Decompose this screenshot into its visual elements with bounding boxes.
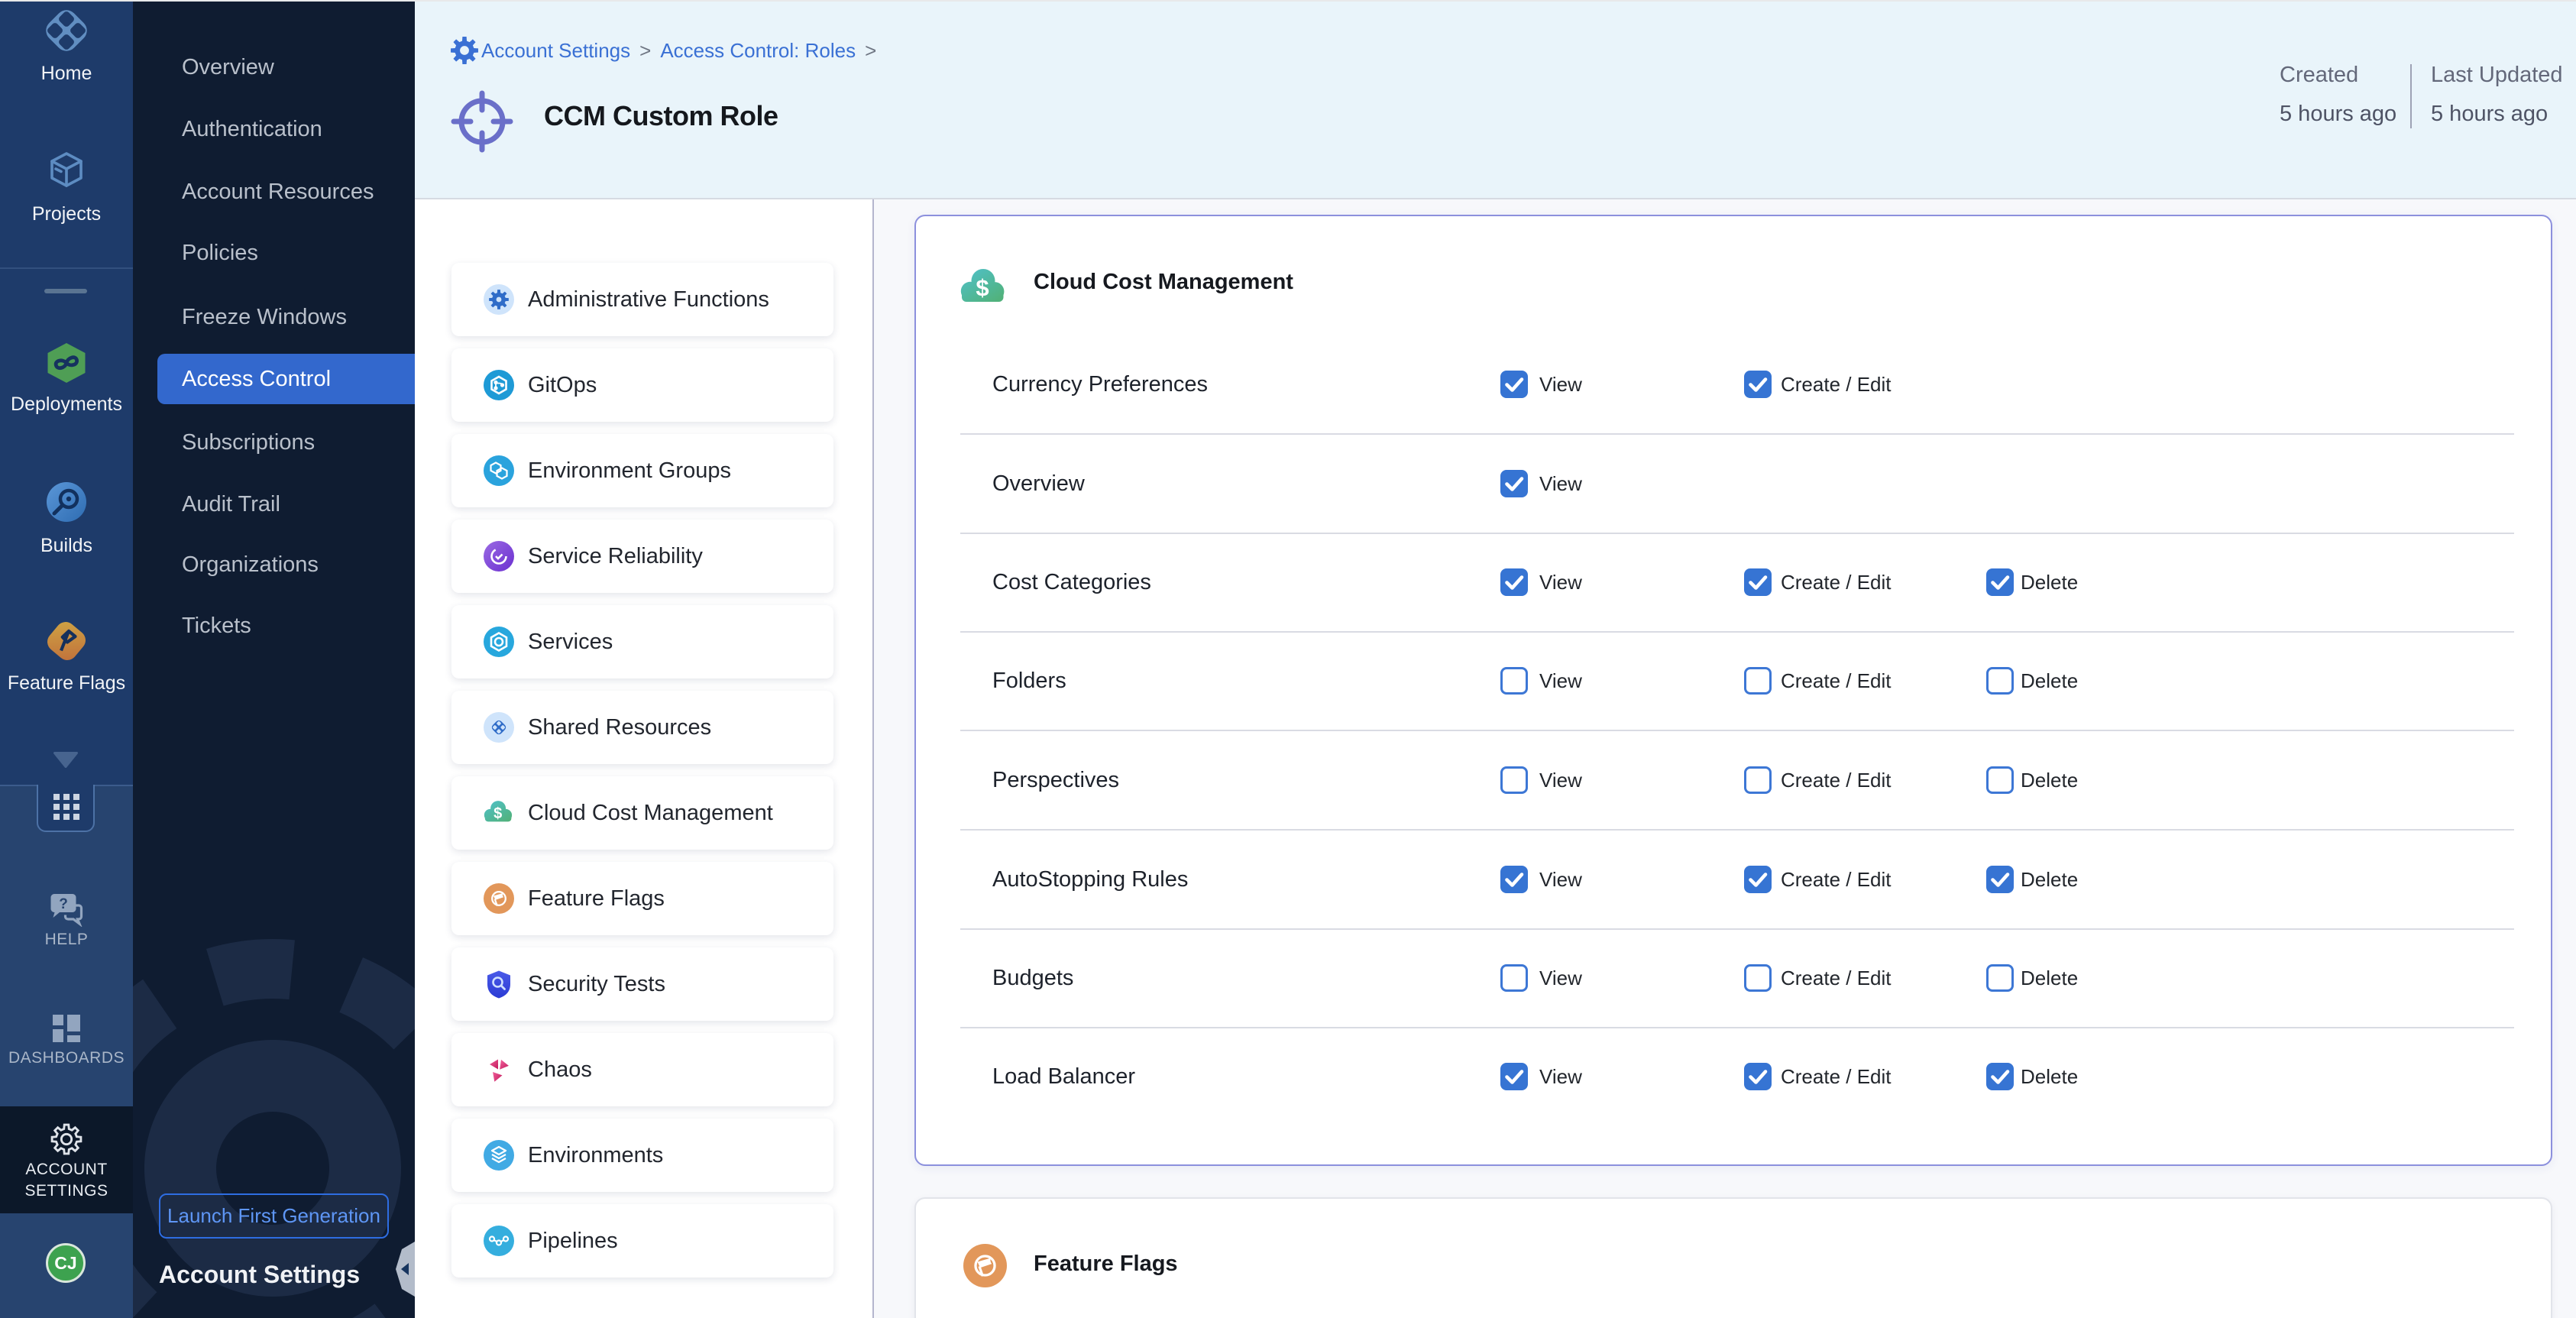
svg-text:?: ? [59, 896, 68, 912]
svg-text:$: $ [494, 805, 502, 822]
svg-text:$: $ [976, 274, 989, 301]
